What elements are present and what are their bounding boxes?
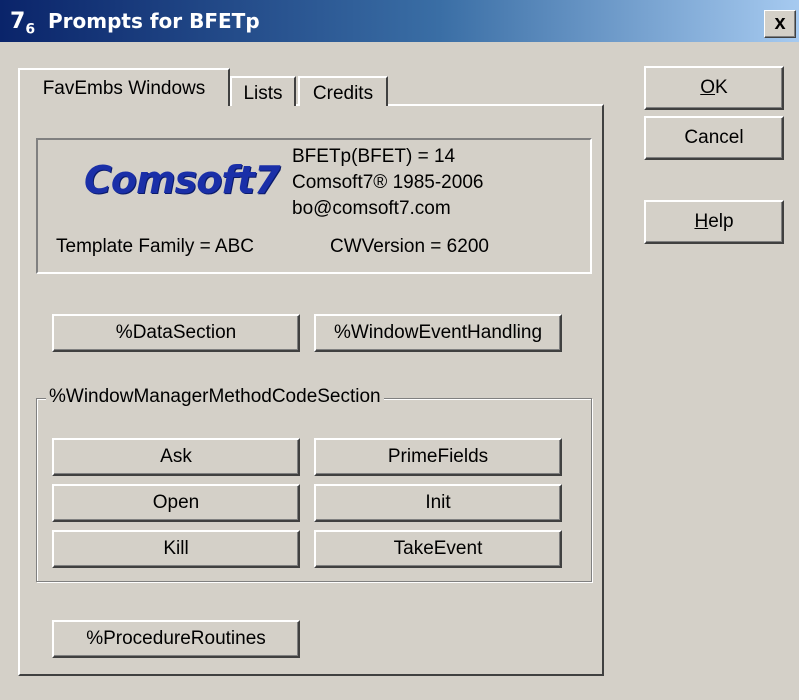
cw-version: CWVersion = 6200: [330, 236, 489, 257]
tab-favembs-windows[interactable]: FavEmbs Windows: [18, 68, 230, 106]
button-label: Init: [425, 492, 451, 513]
template-family: Template Family = ABC: [56, 236, 254, 257]
open-button[interactable]: Open: [52, 484, 300, 522]
button-label: Kill: [163, 538, 189, 559]
cancel-button[interactable]: Cancel: [644, 116, 784, 160]
button-label: %WindowEventHandling: [333, 322, 543, 343]
take-event-button[interactable]: TakeEvent: [314, 530, 562, 568]
button-label: Open: [152, 492, 200, 513]
cancel-label: Cancel: [684, 127, 744, 148]
help-label: elp: [708, 211, 734, 232]
group-label: %WindowManagerMethodCodeSection: [46, 386, 384, 408]
tab-label: Credits: [312, 83, 374, 104]
prime-fields-button[interactable]: PrimeFields: [314, 438, 562, 476]
ok-button[interactable]: OK: [644, 66, 784, 110]
button-label: %DataSection: [115, 322, 237, 343]
help-mnemonic: H: [694, 211, 709, 232]
copyright-text: Comsoft7® 1985-2006: [292, 172, 484, 193]
tab-lists[interactable]: Lists: [230, 76, 296, 106]
close-button[interactable]: x: [764, 10, 796, 38]
tab-label: Lists: [243, 83, 283, 104]
init-button[interactable]: Init: [314, 484, 562, 522]
email-text: bo@comsoft7.com: [292, 198, 451, 219]
kill-button[interactable]: Kill: [52, 530, 300, 568]
ok-label: K: [715, 77, 728, 98]
comsoft7-logo: Comsoft7: [84, 158, 280, 202]
close-icon: x: [774, 12, 786, 34]
button-label: Ask: [160, 446, 192, 467]
window-event-handling-button[interactable]: %WindowEventHandling: [314, 314, 562, 352]
tab-credits[interactable]: Credits: [298, 76, 388, 106]
help-button[interactable]: Help: [644, 200, 784, 244]
app-icon: 76: [10, 9, 36, 38]
ask-button[interactable]: Ask: [52, 438, 300, 476]
button-label: %ProcedureRoutines: [86, 628, 266, 649]
procedure-routines-button[interactable]: %ProcedureRoutines: [52, 620, 300, 658]
button-label: PrimeFields: [387, 446, 489, 467]
window-title: Prompts for BFETp: [48, 9, 260, 33]
button-label: TakeEvent: [393, 538, 483, 559]
ok-mnemonic: O: [700, 77, 716, 98]
tab-label: FavEmbs Windows: [42, 78, 206, 99]
data-section-button[interactable]: %DataSection: [52, 314, 300, 352]
bfetp-version: BFETp(BFET) = 14: [292, 146, 456, 167]
